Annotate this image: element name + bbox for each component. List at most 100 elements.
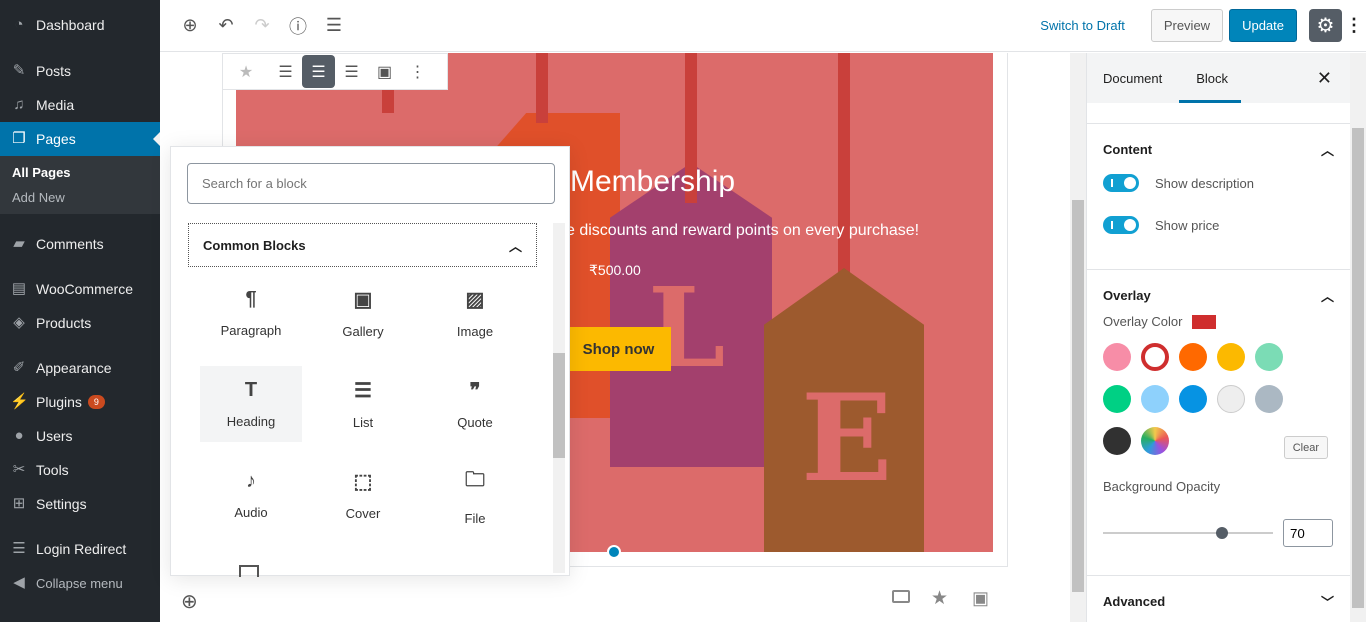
gallery-icon: ▣	[353, 289, 373, 311]
tag-letter: E	[801, 368, 893, 509]
toggle-switch[interactable]	[1103, 216, 1139, 234]
quote-icon: ❞	[469, 380, 481, 402]
overlay-panel-header[interactable]: Overlay ︿	[1103, 270, 1334, 320]
shop-now-button[interactable]: Shop now	[566, 327, 671, 371]
color-swatch[interactable]	[1141, 427, 1169, 455]
color-swatch[interactable]	[1217, 385, 1245, 413]
block-label: Quote	[457, 415, 493, 430]
block-image[interactable]: ▨ Image	[424, 275, 526, 351]
color-swatch[interactable]	[1103, 343, 1131, 371]
sidebar-item-media[interactable]: ♫ Media	[0, 88, 160, 122]
sidebar-item-posts[interactable]: ✎ Posts	[0, 54, 160, 88]
more-menu-icon[interactable]: ⋮	[1342, 15, 1366, 36]
block-paragraph[interactable]: ¶ Paragraph	[200, 275, 302, 351]
block-audio[interactable]: ♪ Audio	[200, 457, 302, 533]
cover-icon: ⬚	[353, 471, 373, 493]
star-icon[interactable]: ★	[931, 587, 948, 610]
inserter-scrollbar[interactable]	[553, 223, 565, 573]
sidebar-item-label: Media	[36, 97, 75, 113]
resize-handle[interactable]	[607, 545, 621, 559]
color-swatch[interactable]	[1141, 343, 1169, 371]
update-button[interactable]: Update	[1229, 9, 1297, 42]
settings-sidebar: Document Block ✕ Content ︿ Show descripti…	[1086, 53, 1350, 622]
show-price-toggle[interactable]: Show price	[1103, 204, 1334, 246]
block-heading[interactable]: T Heading	[200, 366, 302, 442]
sidebar-item-pages[interactable]: ❐ Pages	[0, 122, 160, 156]
cover-title[interactable]: Membership	[570, 165, 735, 199]
group-icon[interactable]	[892, 590, 910, 603]
common-blocks-panel-toggle[interactable]: Common Blocks ︿	[188, 223, 537, 267]
plugin-icon: ⚡	[10, 393, 29, 410]
opacity-label: Background Opacity	[1103, 479, 1221, 494]
switch-to-draft-link[interactable]: Switch to Draft	[1040, 18, 1125, 33]
chevron-up-icon: ︿	[1320, 288, 1334, 304]
sidebar-item-label: WooCommerce	[36, 281, 133, 297]
preview-button[interactable]: Preview	[1150, 9, 1224, 42]
settings-scrollbar[interactable]	[1350, 53, 1366, 622]
sidebar-item-woocommerce[interactable]: ▤ WooCommerce	[0, 272, 160, 306]
align-left-icon[interactable]: ☰	[269, 55, 302, 88]
color-swatch[interactable]	[1103, 427, 1131, 455]
advanced-panel[interactable]: Advanced ﹀	[1087, 575, 1350, 626]
pin-icon: ✎	[12, 62, 26, 79]
block-cover[interactable]: ⬚ Cover	[312, 457, 414, 533]
color-swatch[interactable]	[1103, 385, 1131, 413]
admin-sidebar: ◔ Dashboard ✎ Posts ♫ Media ❐ Pages ▰ Comments ▤ Wo…	[0, 0, 160, 622]
block-label: Gallery	[342, 324, 384, 339]
color-swatch[interactable]	[1255, 343, 1283, 371]
sidebar-item-comments[interactable]: ▰ Comments	[0, 227, 160, 261]
content-panel: Content ︿ Show description Show price	[1087, 123, 1350, 269]
box-icon: ◈	[13, 314, 25, 331]
show-description-toggle[interactable]: Show description	[1103, 162, 1334, 204]
add-block-icon[interactable]: ⊕	[181, 589, 198, 614]
sidebar-item-label: Collapse menu	[36, 575, 123, 591]
sidebar-item-tools[interactable]: ✂ Tools	[0, 453, 160, 487]
gallery-icon[interactable]: ▣	[972, 588, 989, 609]
color-swatch[interactable]	[1217, 343, 1245, 371]
sidebar-item-settings[interactable]: ⊞ Settings	[0, 487, 160, 521]
opacity-slider[interactable]	[1103, 527, 1273, 539]
align-center-icon[interactable]: ☰	[302, 55, 335, 88]
add-block-icon[interactable]: ⊕	[172, 8, 208, 44]
settings-gear-icon[interactable]: ⚙	[1309, 9, 1342, 42]
block-file[interactable]: 🗀 File	[424, 457, 526, 533]
tab-document[interactable]: Document	[1103, 71, 1162, 86]
block-label: List	[352, 415, 374, 430]
clear-button[interactable]: Clear	[1283, 436, 1328, 459]
color-swatch[interactable]	[1179, 343, 1207, 371]
chevron-up-icon: ︿	[1320, 142, 1334, 158]
block-gallery[interactable]: ▣ Gallery	[312, 275, 414, 351]
close-icon[interactable]: ✕	[1317, 68, 1332, 89]
star-icon[interactable]: ★	[223, 55, 269, 88]
block-quote[interactable]: ❞ Quote	[424, 366, 526, 442]
more-options-icon[interactable]: ⋮	[401, 55, 434, 88]
sidebar-item-appearance[interactable]: ✐ Appearance	[0, 351, 160, 385]
submenu-item[interactable]: Add New	[0, 185, 160, 210]
media-icon[interactable]: ▣	[368, 55, 401, 88]
align-right-icon[interactable]: ☰	[335, 55, 368, 88]
sidebar-item-collapse-menu[interactable]: ◀ Collapse menu	[0, 566, 160, 600]
sidebar-item-label: Dashboard	[36, 17, 105, 33]
sidebar-item-users[interactable]: ● Users	[0, 419, 160, 453]
submenu-item[interactable]: All Pages	[0, 160, 160, 185]
sidebar-item-dashboard[interactable]: ◔ Dashboard	[0, 8, 160, 42]
redo-icon[interactable]: ↷	[244, 8, 280, 44]
tab-block[interactable]: Block	[1196, 71, 1228, 86]
sidebar-item-products[interactable]: ◈ Products	[0, 306, 160, 340]
panel-title: Common Blocks	[203, 237, 306, 253]
opacity-input[interactable]	[1283, 519, 1333, 547]
undo-icon[interactable]: ↶	[208, 8, 244, 44]
cover-description[interactable]: e discounts and reward points on every p…	[566, 222, 919, 240]
info-icon[interactable]: ⓘ	[280, 8, 316, 44]
toggle-switch[interactable]	[1103, 174, 1139, 192]
sidebar-item-plugins[interactable]: ⚡ Plugins 9	[0, 385, 160, 419]
editor-scrollbar[interactable]	[1070, 53, 1086, 622]
color-swatch[interactable]	[1179, 385, 1207, 413]
sidebar-item-login-redirect[interactable]: ☰ Login Redirect	[0, 532, 160, 566]
block-search-input[interactable]	[187, 163, 555, 204]
block-label: Image	[456, 324, 494, 339]
block-list[interactable]: ☰ List	[312, 366, 414, 442]
color-swatch[interactable]	[1141, 385, 1169, 413]
color-swatch[interactable]	[1255, 385, 1283, 413]
outline-icon[interactable]: ☰	[316, 8, 352, 44]
